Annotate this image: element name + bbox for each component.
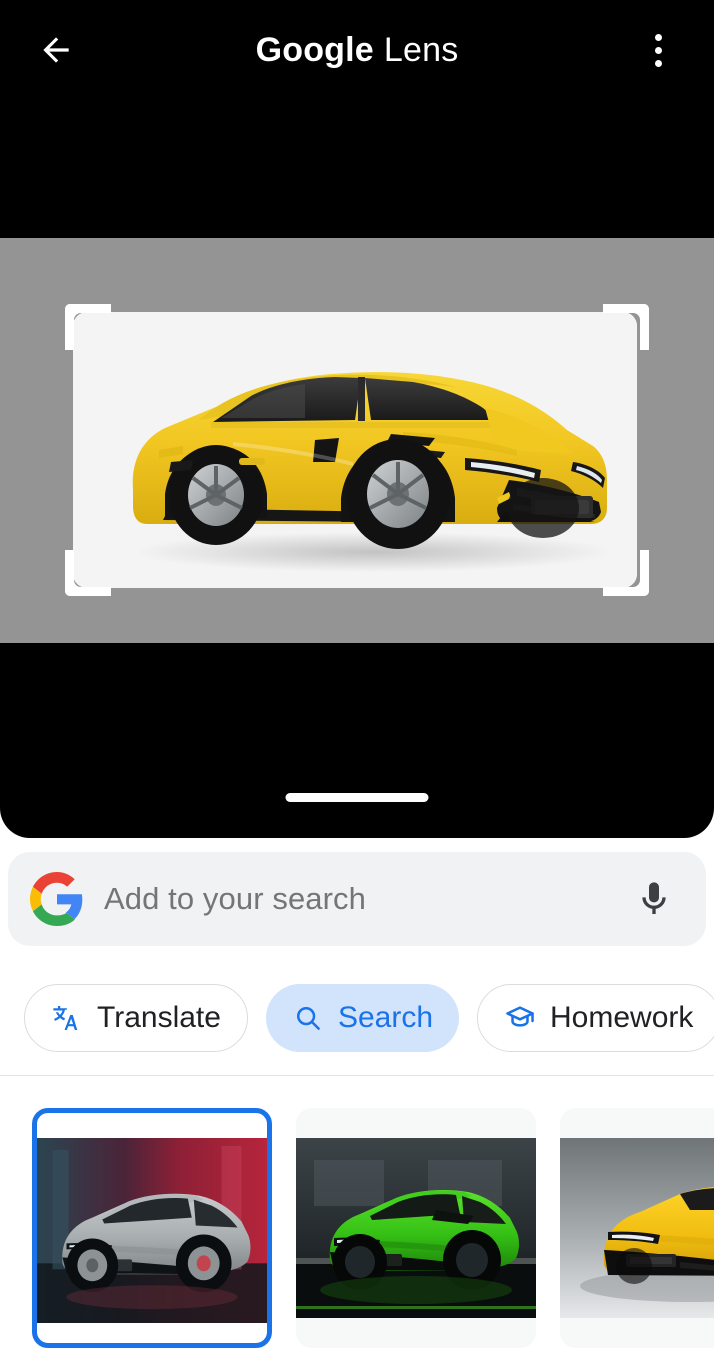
car-photo-yellow-urus	[73, 312, 637, 588]
chip-search-label: Search	[337, 1001, 434, 1034]
result-card[interactable]	[560, 1108, 714, 1348]
captured-image	[73, 312, 637, 588]
chip-homework[interactable]: Homework	[477, 984, 714, 1052]
top-app-bar: Google Lens	[0, 0, 714, 102]
title-google: Google	[255, 30, 374, 69]
title-lens: Lens	[383, 30, 459, 69]
result-card[interactable]	[296, 1108, 536, 1348]
overflow-menu-icon[interactable]	[630, 22, 686, 78]
chip-translate[interactable]: Translate	[24, 984, 248, 1052]
lens-viewer-panel: Google Lens	[0, 0, 714, 838]
result-thumbnail-yellow-urus	[560, 1138, 714, 1318]
visual-results-carousel[interactable]	[0, 1076, 714, 1350]
search-icon	[292, 1002, 324, 1034]
search-bar[interactable]	[8, 852, 706, 946]
page-title: Google Lens	[0, 22, 714, 78]
translate-icon	[51, 1002, 83, 1034]
graduation-cap-icon	[504, 1002, 536, 1034]
result-thumbnail-gray-urus	[37, 1138, 267, 1323]
mode-chip-row: Translate Search Homework	[0, 984, 714, 1052]
results-track	[32, 1108, 714, 1348]
result-thumbnail-green-urus	[296, 1138, 536, 1318]
chip-homework-label: Homework	[550, 1001, 694, 1034]
microphone-icon[interactable]	[624, 869, 684, 929]
google-lens-screen: Google Lens Add to your search Translate…	[0, 0, 714, 1350]
chip-translate-label: Translate	[97, 1001, 221, 1034]
menu-dot	[654, 33, 662, 41]
bottom-sheet-drag-handle[interactable]	[285, 793, 429, 802]
google-g-logo	[30, 872, 84, 926]
menu-dot	[654, 59, 662, 67]
captured-image-stage[interactable]	[0, 238, 714, 643]
result-card-selected[interactable]	[32, 1108, 272, 1348]
chip-search[interactable]: Search	[265, 984, 460, 1052]
search-input[interactable]	[104, 881, 624, 917]
menu-dot	[654, 46, 662, 54]
